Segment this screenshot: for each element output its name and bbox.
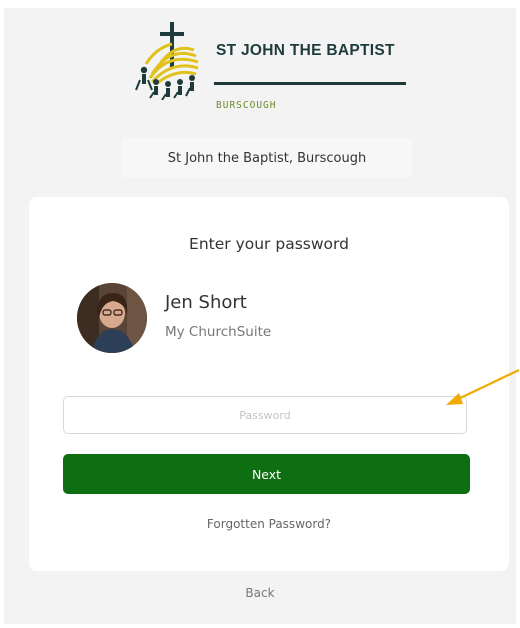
page-title: Enter your password bbox=[189, 235, 349, 253]
back-link[interactable]: Back bbox=[0, 586, 520, 600]
password-input[interactable] bbox=[63, 396, 467, 434]
user-account-label: My ChurchSuite bbox=[165, 324, 272, 340]
login-card: Enter your password Jen Short My ChurchS… bbox=[29, 197, 509, 571]
user-photo-icon bbox=[77, 283, 147, 353]
church-name: St John the Baptist, Burscough bbox=[122, 138, 412, 178]
church-logo: ST JOHN THE BAPTIST BURSCOUGH bbox=[132, 20, 412, 111]
forgotten-password-link[interactable]: Forgotten Password? bbox=[29, 517, 509, 531]
logo-subtitle: BURSCOUGH bbox=[216, 100, 277, 111]
logo-title: ST JOHN THE BAPTIST bbox=[216, 42, 395, 59]
logo-divider bbox=[214, 82, 406, 85]
next-button[interactable]: Next bbox=[63, 454, 470, 494]
user-name: Jen Short bbox=[165, 292, 247, 313]
avatar bbox=[77, 283, 147, 353]
church-emblem-icon bbox=[135, 22, 199, 100]
login-page: ST JOHN THE BAPTIST BURSCOUGH St John th… bbox=[4, 8, 516, 624]
